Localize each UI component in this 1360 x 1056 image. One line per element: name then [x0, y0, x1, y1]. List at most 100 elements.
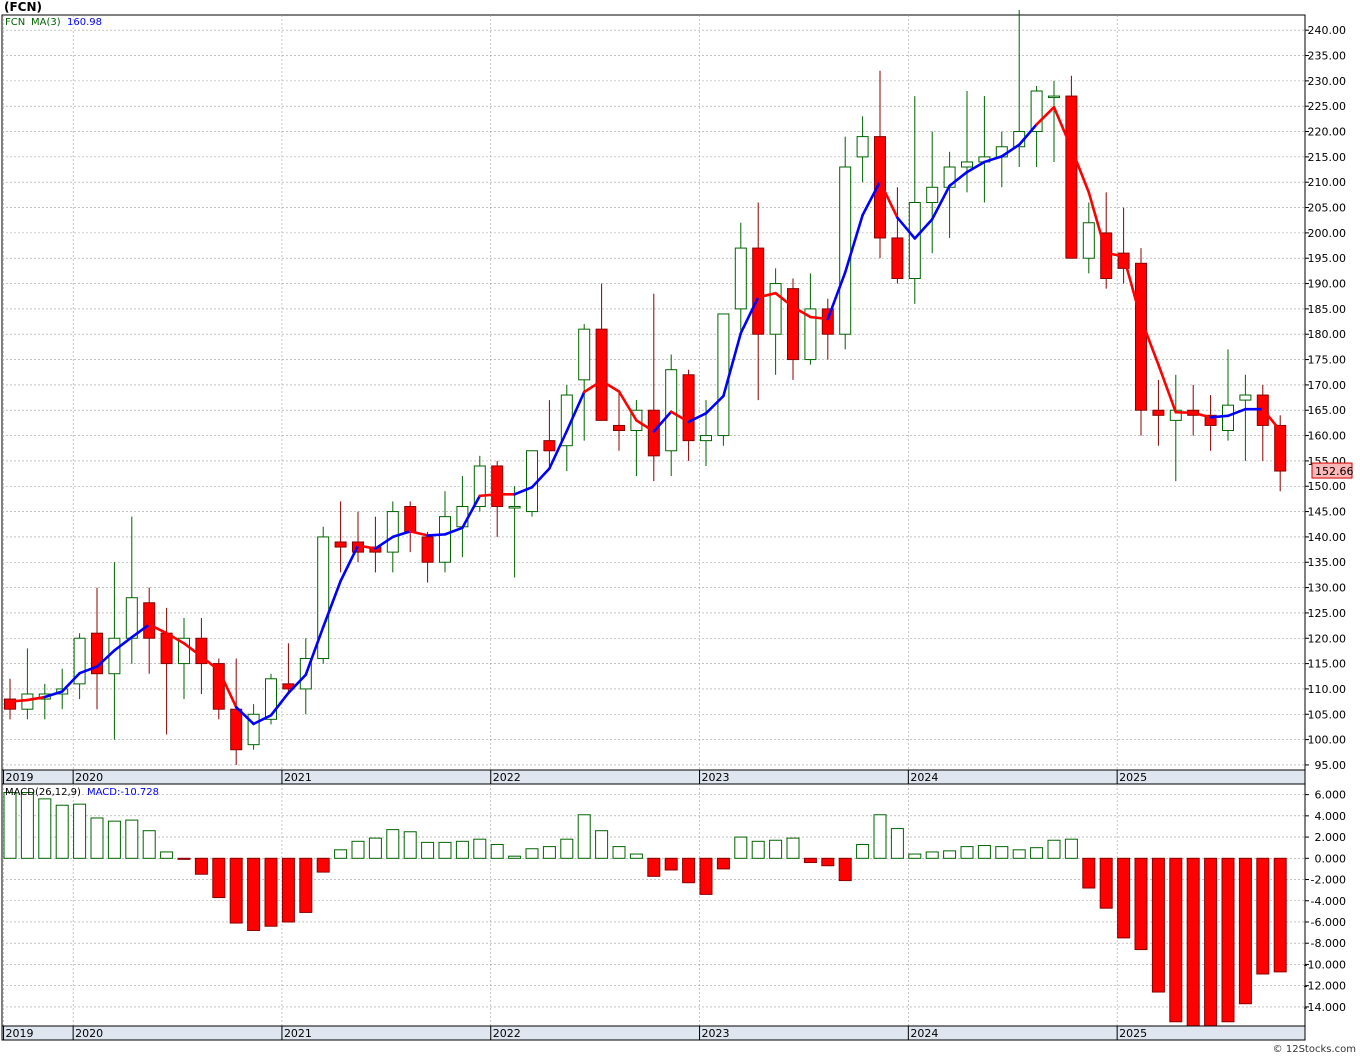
candle-body-down — [682, 374, 695, 442]
macd-bar-positive — [786, 837, 800, 859]
price-tick-label: 185.00 — [1308, 303, 1347, 316]
candle-body-up — [769, 283, 782, 335]
price-tick-label: 160.00 — [1308, 430, 1347, 443]
macd-tick-label: -12.000 — [1304, 980, 1346, 993]
candle-body-down — [752, 247, 765, 335]
ma3-segment — [1174, 410, 1195, 415]
macd-tick-label: -6.000 — [1311, 916, 1346, 929]
price-tick-label: 150.00 — [1308, 480, 1347, 493]
candle — [317, 526, 330, 664]
price-tick-label: 115.00 — [1308, 658, 1347, 671]
macd-tick-label: -4.000 — [1311, 895, 1346, 908]
price-tick-label: 205.00 — [1308, 202, 1347, 215]
macd-bar-positive — [751, 840, 765, 859]
candle-body-down — [143, 602, 156, 639]
top-year-label: 2024 — [910, 771, 938, 784]
macd-bar-positive — [334, 849, 348, 859]
bottom-year-label: 2022 — [493, 1027, 521, 1040]
macd-bar-positive — [73, 803, 87, 859]
candle-body-up — [961, 161, 973, 168]
price-tick-label: 235.00 — [1308, 50, 1347, 63]
bottom-year-label: 2019 — [6, 1027, 34, 1040]
macd-bar-positive — [386, 829, 400, 859]
macd-bar-negative — [212, 857, 226, 899]
candle-body-up — [839, 166, 852, 335]
candle-body-up — [734, 247, 747, 310]
macd-bar-positive — [1030, 847, 1044, 859]
candle-body-down — [1274, 424, 1287, 472]
ma3-segment — [8, 698, 29, 703]
macd-panel: -14.000 -12.000 -10.000 -8.000 -6.000 -4.000 -… — [1, 783, 1347, 1027]
candle-body-down — [404, 506, 417, 533]
candle-body-up — [1222, 404, 1234, 432]
price-panel: 95.00 100.00 105.00 110.00 115.00 120.00 125.0… — [1, 9, 1354, 772]
macd-bar-negative — [247, 857, 261, 931]
candle-body-up — [526, 450, 538, 513]
candle-body-up — [108, 637, 121, 675]
candle-body-up — [508, 506, 521, 509]
macd-tick-label: -2.000 — [1311, 874, 1346, 887]
candle-body-up — [700, 435, 712, 442]
macd-bar-negative — [1169, 857, 1183, 1023]
macd-bar-positive — [542, 846, 556, 859]
candle-body-down — [1152, 409, 1165, 416]
macd-bar-positive — [125, 819, 139, 859]
macd-bar-positive — [107, 820, 121, 859]
bottom-year-label: 2020 — [75, 1027, 103, 1040]
price-tick-label: 135.00 — [1308, 556, 1347, 569]
macd-bar-positive — [769, 839, 783, 859]
top-year-label: 2019 — [6, 771, 34, 784]
macd-bar-positive — [473, 838, 487, 859]
macd-bar-positive — [925, 851, 939, 859]
macd-bar-negative — [1256, 857, 1270, 975]
macd-bar-positive — [629, 853, 643, 859]
macd-bar-negative — [1204, 857, 1218, 1027]
macd-bar-negative — [1117, 857, 1131, 939]
candle — [1065, 75, 1078, 259]
macd-bar-negative — [229, 857, 243, 924]
macd-bar-positive — [856, 844, 870, 859]
price-tick-label: 220.00 — [1308, 126, 1347, 139]
macd-bar-positive — [160, 851, 174, 859]
macd-bar-positive — [55, 804, 69, 859]
candle-body-up — [926, 186, 939, 203]
price-tick-label: 125.00 — [1308, 607, 1347, 620]
macd-bar-negative — [316, 857, 330, 873]
macd-bar-positive — [1047, 839, 1061, 859]
macd-bar-negative — [1273, 857, 1287, 973]
top-year-label: 2020 — [75, 771, 103, 784]
bottom-year-label: 2025 — [1119, 1027, 1147, 1040]
price-tick-label: 190.00 — [1308, 278, 1347, 291]
macd-date-strip: 2019 2020 2021 2022 2023 2024 2025 — [1, 1025, 1306, 1041]
macd-bar-positive — [560, 838, 574, 859]
macd-bar-positive — [1064, 838, 1078, 859]
candle-body-down — [230, 708, 243, 751]
candle — [839, 136, 852, 350]
price-tick-label: 165.00 — [1308, 404, 1347, 417]
macd-bar-positive — [977, 845, 991, 859]
candle-body-down — [421, 536, 434, 563]
macd-bar-negative — [664, 857, 678, 871]
price-tick-label: 225.00 — [1308, 100, 1347, 113]
macd-bar-negative — [647, 857, 661, 877]
price-tick-label: 170.00 — [1308, 379, 1347, 392]
macd-bar-positive — [873, 814, 887, 859]
candle-body-up — [1048, 95, 1060, 99]
bottom-year-label: 2023 — [702, 1027, 730, 1040]
candle-body-up — [856, 136, 869, 158]
price-tick-label: 215.00 — [1308, 151, 1347, 164]
candle-body-down — [543, 440, 556, 452]
macd-bar-positive — [438, 841, 452, 859]
candle-body-down — [160, 632, 173, 665]
price-tick-label: 195.00 — [1308, 252, 1347, 265]
candle-body-down — [595, 328, 608, 421]
macd-bar-positive — [995, 846, 1009, 859]
macd-bar-negative — [299, 857, 313, 913]
candle-body-up — [1239, 394, 1252, 401]
macd-bar-positive — [943, 850, 957, 859]
macd-bar-negative — [682, 857, 696, 884]
candle-body-down — [821, 308, 834, 335]
price-tick-label: 175.00 — [1308, 354, 1347, 367]
macd-bar-negative — [1099, 857, 1113, 909]
macd-tick-label: 6.000 — [1315, 789, 1347, 802]
